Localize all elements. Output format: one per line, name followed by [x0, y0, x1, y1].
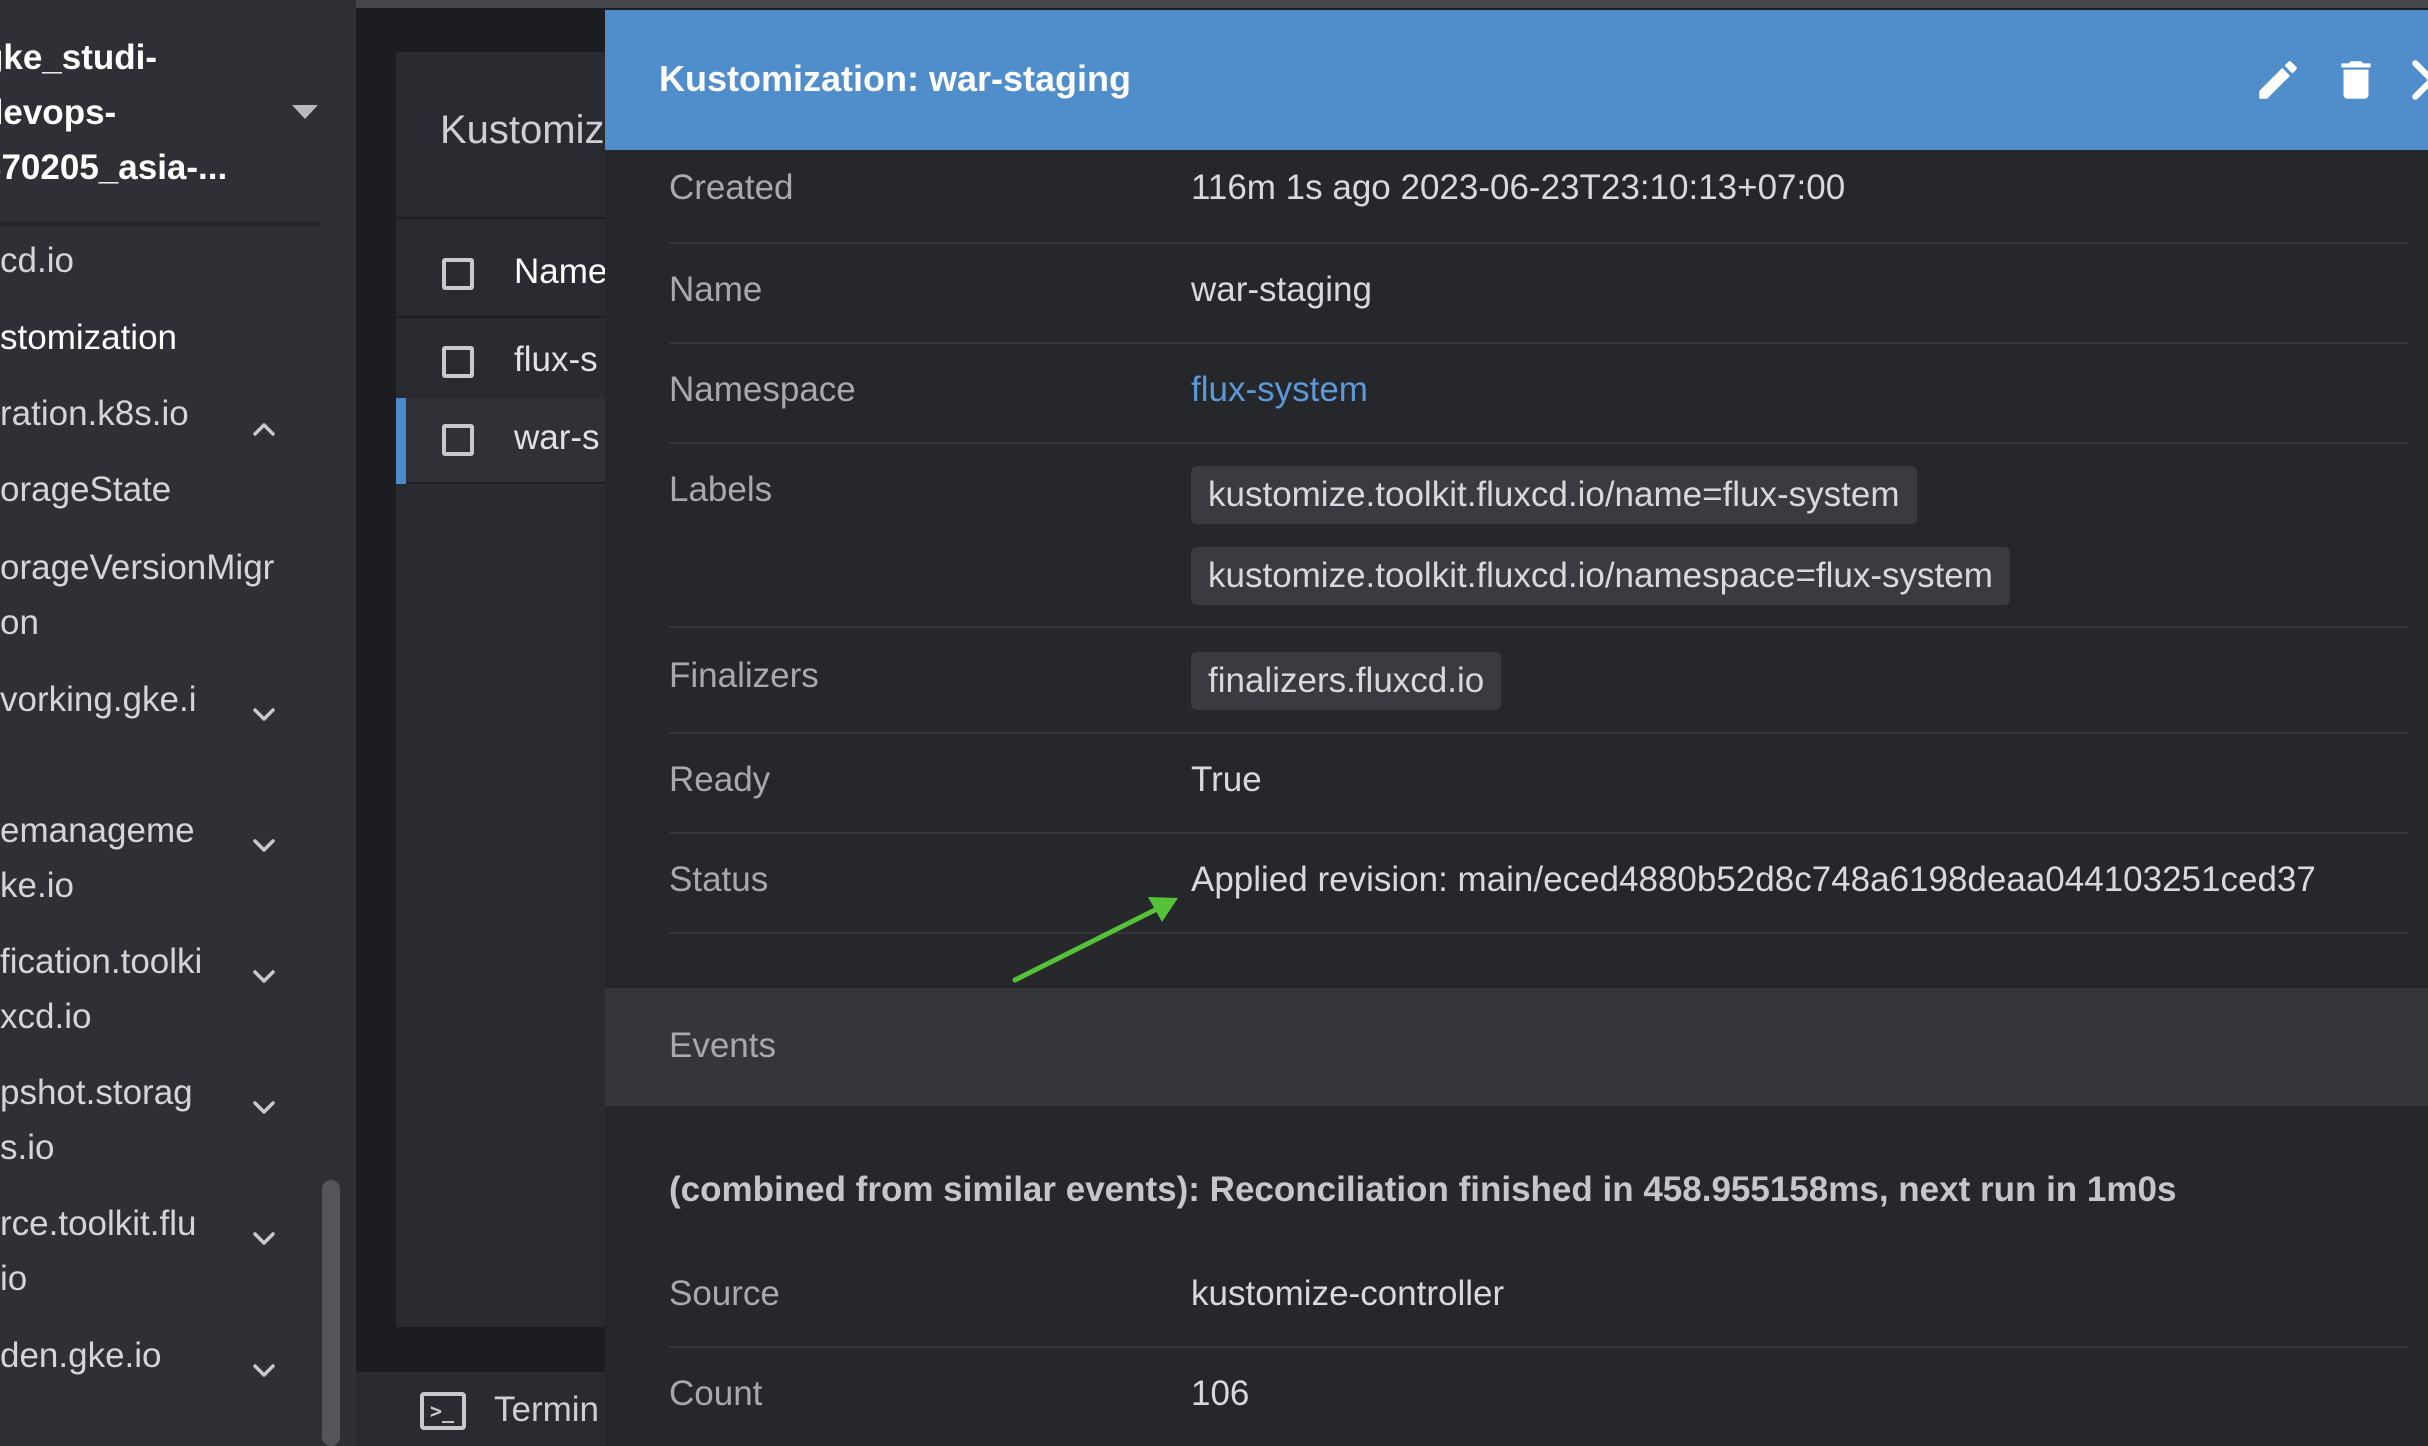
sidebar-item-label: pshot.storag: [0, 1073, 193, 1112]
chevron-down-icon[interactable]: [252, 1212, 276, 1245]
field-status: Status Applied revision: main/eced4880b5…: [669, 834, 2409, 934]
sidebar-item-label: rce.toolkit.flu: [0, 1204, 197, 1243]
sidebar-item-label: ration.k8s.io: [0, 394, 189, 433]
sidebar-item-label: stomization: [0, 318, 178, 357]
namespace-link[interactable]: flux-system: [1191, 370, 1368, 410]
chevron-down-icon[interactable]: [252, 1081, 276, 1114]
field-key: Namespace: [669, 370, 856, 409]
sidebar-item-label: xcd.io: [0, 997, 92, 1036]
chevron-down-icon[interactable]: [252, 688, 276, 721]
chevron-up-icon[interactable]: [252, 402, 276, 436]
divider: [0, 222, 320, 226]
row-name[interactable]: war-s: [514, 418, 600, 458]
sidebar-item-label: orageState: [0, 470, 172, 509]
sidebar-item-label: fication.toolki: [0, 942, 203, 981]
edit-icon[interactable]: [2253, 55, 2303, 105]
select-all-checkbox[interactable]: [442, 258, 474, 290]
column-header-name[interactable]: Name: [514, 252, 607, 292]
sidebar-scrollbar[interactable]: [322, 1180, 340, 1446]
list-title: Kustomiz: [440, 108, 605, 152]
row-checkbox[interactable]: [442, 346, 474, 378]
label-chip: kustomize.toolkit.fluxcd.io/namespace=fl…: [1191, 547, 2010, 605]
sidebar-item-label: vorking.gke.i: [0, 680, 197, 719]
terminal-icon: >_: [420, 1392, 466, 1430]
field-finalizers: Finalizers finalizers.fluxcd.io: [669, 628, 2409, 734]
field-key: Ready: [669, 760, 771, 799]
drawer-header: Kustomization: war-staging: [605, 10, 2428, 150]
event-source: Source kustomize-controller: [669, 1248, 2409, 1348]
field-name: Name war-staging: [669, 244, 2409, 344]
event-count: Count 106: [669, 1348, 2409, 1446]
field-key: Count: [669, 1374, 763, 1413]
field-labels: Labels kustomize.toolkit.fluxcd.io/name=…: [669, 444, 2409, 628]
sidebar-item-label: orageVersionMigr: [0, 548, 275, 587]
delete-icon[interactable]: [2331, 55, 2381, 105]
field-key: Name: [669, 270, 763, 309]
field-key: Created: [669, 168, 794, 207]
cluster-name-line: gke_studi-: [0, 38, 158, 77]
label-chip: kustomize.toolkit.fluxcd.io/name=flux-sy…: [1191, 466, 1917, 524]
sidebar-item-label: cd.io: [0, 241, 74, 280]
field-ready: Ready True: [669, 734, 2409, 834]
events-label: Events: [669, 1026, 776, 1065]
field-key: Source: [669, 1274, 780, 1313]
top-bar: [356, 0, 2428, 8]
finalizer-chip: finalizers.fluxcd.io: [1191, 652, 1502, 710]
sidebar-item-label: ke.io: [0, 866, 74, 905]
sidebar-item-label: den.gke.io: [0, 1336, 162, 1375]
close-icon[interactable]: [2407, 55, 2428, 105]
sidebar-item-label: emanageme: [0, 811, 195, 850]
sidebar: gke_studi- devops- 370205_asia-... cd.io…: [0, 0, 356, 1446]
details-drawer: Kustomization: war-staging Created 116m …: [605, 10, 2428, 1446]
event-message: (combined from similar events): Reconcil…: [669, 1170, 2177, 1209]
row-checkbox[interactable]: [442, 424, 474, 456]
field-namespace: Namespace flux-system: [669, 344, 2409, 444]
drawer-title: Kustomization: war-staging: [659, 58, 1132, 99]
dropdown-caret-icon[interactable]: [292, 105, 318, 119]
row-name[interactable]: flux-s: [514, 340, 598, 380]
cluster-name-line: devops-: [0, 93, 117, 132]
chevron-down-icon[interactable]: [252, 950, 276, 983]
field-key: Labels: [669, 470, 773, 509]
field-value: 106: [1191, 1374, 1250, 1413]
terminal-label[interactable]: Termin: [494, 1390, 599, 1430]
events-section-header: Events: [605, 988, 2428, 1106]
sidebar-item-label: s.io: [0, 1128, 55, 1167]
cluster-name-line: 370205_asia-...: [0, 148, 228, 187]
chevron-down-icon[interactable]: [252, 819, 276, 852]
chevron-down-icon[interactable]: [252, 1344, 276, 1377]
field-key: Finalizers: [669, 656, 819, 695]
cluster-selector[interactable]: gke_studi- devops- 370205_asia-...: [0, 30, 322, 225]
field-value: Applied revision: main/eced4880b52d8c748…: [1191, 860, 2316, 899]
sidebar-item-label: io: [0, 1259, 28, 1298]
field-created: Created 116m 1s ago 2023-06-23T23:10:13+…: [669, 150, 2409, 244]
field-value: war-staging: [1191, 270, 1372, 309]
field-value: kustomize-controller: [1191, 1274, 1505, 1313]
field-value: 116m 1s ago 2023-06-23T23:10:13+07:00: [1191, 168, 1846, 207]
field-key: Status: [669, 860, 769, 899]
sidebar-item-label: on: [0, 603, 39, 642]
field-value: True: [1191, 760, 1262, 799]
